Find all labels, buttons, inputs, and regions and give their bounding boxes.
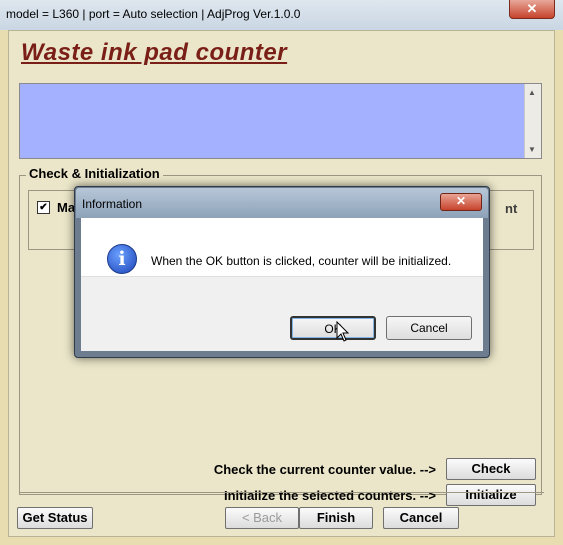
ok-button[interactable]: OK (290, 316, 376, 340)
mouse-cursor-icon (336, 321, 350, 342)
dialog-close-button[interactable]: ✕ (440, 193, 482, 211)
initialize-action-label: Initialize the selected counters. --> (223, 488, 436, 503)
dialog-cancel-button[interactable]: Cancel (386, 316, 472, 340)
scroll-down-icon[interactable]: ▼ (528, 145, 536, 154)
window-title: model = L360 | port = Auto selection | A… (6, 7, 301, 21)
info-icon: i (107, 244, 137, 274)
group-label: Check & Initialization (26, 166, 163, 181)
check-button[interactable]: Check (446, 458, 536, 480)
scroll-up-icon[interactable]: ▲ (528, 88, 536, 97)
dialog-titlebar: Information ✕ (76, 188, 488, 218)
finish-button[interactable]: Finish (299, 507, 373, 529)
footer-divider (19, 492, 544, 493)
dialog-message: When the OK button is clicked, counter w… (151, 254, 452, 268)
back-button[interactable]: < Back (225, 507, 299, 529)
page-title: Waste ink pad counter (21, 39, 288, 66)
window-titlebar: model = L360 | port = Auto selection | A… (0, 0, 563, 30)
cancel-button[interactable]: Cancel (383, 507, 459, 529)
close-icon: ✕ (455, 194, 467, 208)
initialize-button[interactable]: Initialize (446, 484, 536, 506)
get-status-button[interactable]: Get Status (17, 507, 93, 529)
check-mark-icon: ✔ (39, 202, 48, 213)
status-log-box[interactable]: ▲ ▼ (19, 83, 542, 159)
counter-checkbox-label: Ma (57, 200, 76, 215)
counter-label-tail: nt (505, 201, 518, 216)
dialog-title: Information (82, 197, 143, 211)
information-dialog: Information ✕ i When the OK button is cl… (74, 186, 490, 358)
check-action-label: Check the current counter value. --> (213, 462, 436, 477)
window-close-button[interactable]: ✕ (509, 0, 555, 19)
counter-checkbox[interactable]: ✔ (37, 201, 50, 214)
log-scrollbar[interactable]: ▲ ▼ (524, 84, 541, 158)
dialog-message-area: i When the OK button is clicked, counter… (81, 218, 483, 276)
dialog-button-bar: OK Cancel (81, 276, 483, 351)
close-icon: ✕ (526, 1, 538, 16)
